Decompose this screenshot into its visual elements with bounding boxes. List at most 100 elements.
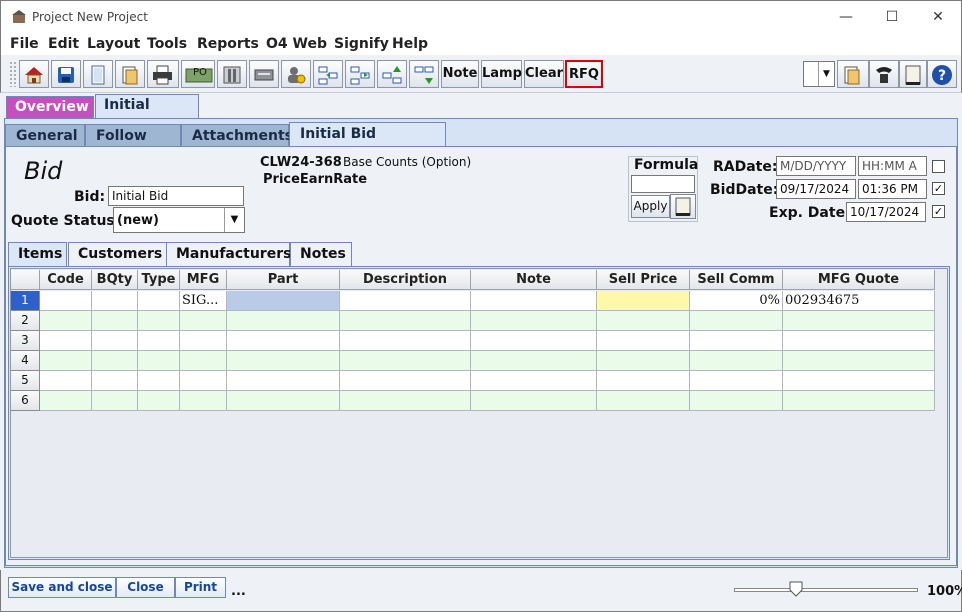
row-number[interactable]: 2: [11, 311, 40, 331]
print-bottom-button[interactable]: Print: [175, 577, 226, 598]
cell-sell-price[interactable]: [597, 291, 690, 311]
cell-sell-comm[interactable]: [690, 351, 783, 371]
clear-button[interactable]: Clear: [524, 60, 564, 88]
cell-sell-comm[interactable]: [690, 311, 783, 331]
cell-note[interactable]: [471, 291, 597, 311]
tab-initial-bid[interactable]: Initial Bid (09/17/24): [289, 122, 446, 164]
move-up-button[interactable]: [377, 60, 407, 88]
person-link-button[interactable]: [281, 60, 311, 88]
new-document-button[interactable]: [83, 60, 113, 88]
cell-note[interactable]: [471, 331, 597, 351]
cell-type[interactable]: [138, 311, 180, 331]
cell-bqty[interactable]: [92, 351, 138, 371]
cell-bqty[interactable]: [92, 311, 138, 331]
toolbar-grip[interactable]: [9, 61, 17, 87]
cell-description[interactable]: [340, 311, 471, 331]
cell-description[interactable]: [340, 391, 471, 411]
tab-attachments[interactable]: Attachments: [181, 124, 293, 148]
cell-mfg[interactable]: [180, 331, 227, 351]
cell-sell-price[interactable]: [597, 311, 690, 331]
biddate-input[interactable]: 09/17/2024: [776, 179, 856, 199]
zoom-slider-thumb[interactable]: [789, 581, 803, 597]
expdate-input[interactable]: 10/17/2024: [846, 202, 926, 222]
cell-type[interactable]: [138, 351, 180, 371]
cell-type[interactable]: [138, 371, 180, 391]
cell-code[interactable]: [40, 311, 92, 331]
close-button[interactable]: Close: [116, 577, 175, 598]
arrange-right-button[interactable]: [345, 60, 375, 88]
radate-input[interactable]: M/DD/YYYY: [776, 156, 856, 176]
cell-note[interactable]: [471, 311, 597, 331]
cell-mfg[interactable]: SIG...: [180, 291, 227, 311]
column-header-description[interactable]: Description: [340, 270, 471, 290]
tab-initial-phase[interactable]: Initial Phase: [95, 94, 199, 133]
cell-mfg[interactable]: [180, 371, 227, 391]
cell-description[interactable]: [340, 351, 471, 371]
toolbar-dropdown[interactable]: ▼: [803, 61, 835, 87]
cell-part[interactable]: [227, 311, 340, 331]
column-header-sell-price[interactable]: Sell Price: [597, 270, 690, 290]
cell-part[interactable]: [227, 371, 340, 391]
column-header-mfg[interactable]: MFG: [180, 270, 227, 290]
note-button[interactable]: Note: [441, 60, 479, 88]
clipboard-button[interactable]: [837, 60, 869, 88]
menu-help[interactable]: Help: [392, 36, 428, 52]
cell-mfg-quote[interactable]: [783, 311, 935, 331]
filter-button[interactable]: [217, 60, 247, 88]
home-button[interactable]: [19, 60, 49, 88]
cell-code[interactable]: [40, 371, 92, 391]
cell-mfg-quote[interactable]: 002934675: [783, 291, 935, 311]
move-down-button[interactable]: [409, 60, 439, 88]
bidtime-input[interactable]: 01:36 PM: [858, 179, 927, 199]
cell-bqty[interactable]: [92, 291, 138, 311]
tab-overview[interactable]: Overview: [6, 96, 94, 118]
cell-mfg[interactable]: [180, 311, 227, 331]
close-window-button[interactable]: ✕: [915, 5, 961, 29]
menu-layout[interactable]: Layout: [87, 36, 140, 52]
menu-file[interactable]: File: [10, 36, 39, 52]
cell-code[interactable]: [40, 291, 92, 311]
row-number[interactable]: 1: [11, 291, 40, 311]
tab-notes[interactable]: Notes: [290, 242, 352, 266]
cell-code[interactable]: [40, 331, 92, 351]
notepad-button[interactable]: [899, 60, 927, 88]
tab-customers[interactable]: Customers: [68, 242, 171, 266]
column-header-mfg-quote[interactable]: MFG Quote: [783, 270, 935, 290]
cell-bqty[interactable]: [92, 371, 138, 391]
column-header-bqty[interactable]: BQty: [92, 270, 138, 290]
cell-description[interactable]: [340, 331, 471, 351]
menu-o4web[interactable]: O4 Web: [266, 36, 327, 52]
po-button[interactable]: PO: [181, 60, 215, 88]
print-button[interactable]: [147, 60, 179, 88]
save-button[interactable]: [51, 60, 81, 88]
column-header-part[interactable]: Part: [227, 270, 340, 290]
zoom-slider[interactable]: [734, 588, 918, 592]
menu-edit[interactable]: Edit: [48, 36, 79, 52]
cell-sell-comm[interactable]: 0%: [690, 291, 783, 311]
cell-mfg[interactable]: [180, 351, 227, 371]
cell-code[interactable]: [40, 391, 92, 411]
phone-button[interactable]: [869, 60, 899, 88]
column-header-note[interactable]: Note: [471, 270, 597, 290]
arrange-left-button[interactable]: [313, 60, 343, 88]
apply-button[interactable]: Apply: [631, 195, 670, 218]
lamp-button[interactable]: Lamp: [481, 60, 522, 88]
tab-manufacturers[interactable]: Manufacturers: [166, 242, 291, 266]
menu-tools[interactable]: Tools: [147, 36, 187, 52]
row-number[interactable]: 4: [11, 351, 40, 371]
copy-document-button[interactable]: [115, 60, 145, 88]
row-number[interactable]: 3: [11, 331, 40, 351]
maximize-button[interactable]: ☐: [869, 5, 915, 29]
cell-mfg-quote[interactable]: [783, 331, 935, 351]
cell-mfg-quote[interactable]: [783, 351, 935, 371]
cell-mfg[interactable]: [180, 391, 227, 411]
cell-bqty[interactable]: [92, 331, 138, 351]
cell-type[interactable]: [138, 331, 180, 351]
cell-part[interactable]: [227, 291, 340, 311]
tab-follow-ups[interactable]: Follow ups: [85, 124, 181, 166]
tab-items[interactable]: Items: [8, 242, 67, 266]
biddate-checkbox[interactable]: ✓: [932, 182, 945, 195]
formula-input[interactable]: [631, 175, 695, 193]
cell-code[interactable]: [40, 351, 92, 371]
cell-note[interactable]: [471, 371, 597, 391]
